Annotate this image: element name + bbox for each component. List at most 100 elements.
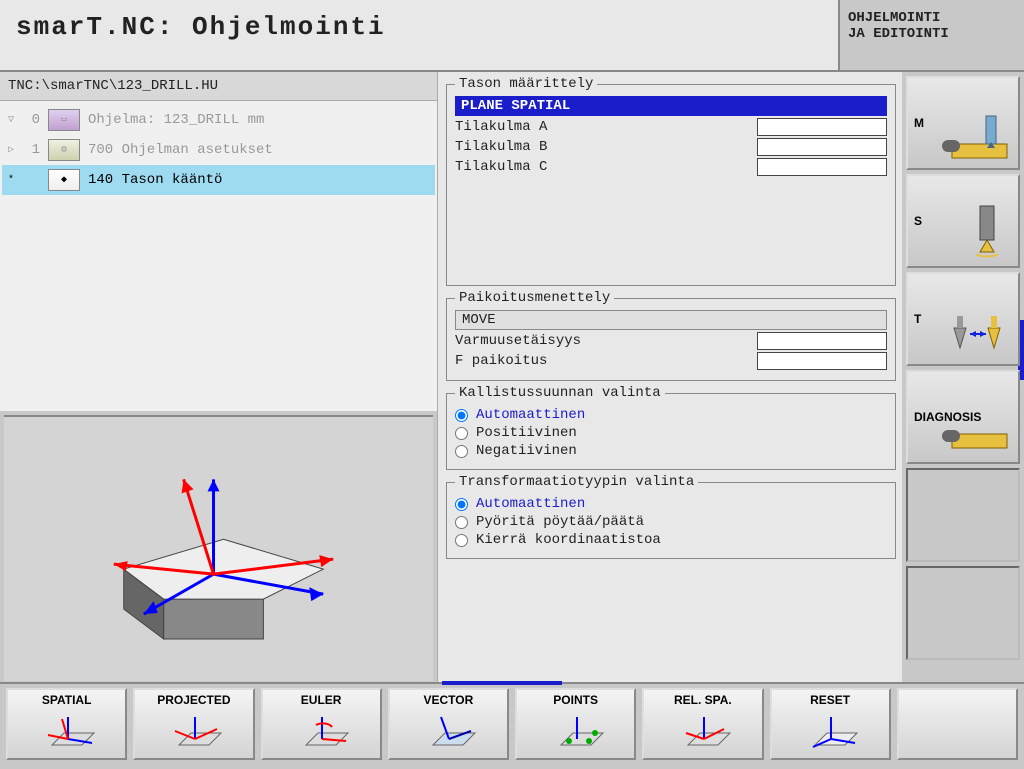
radio-rotate-table[interactable]: Pyöritä pöytää/päätä [455, 514, 887, 530]
machine-button[interactable]: M [906, 76, 1020, 170]
feed-pos-input[interactable] [757, 352, 887, 370]
mode-label: OHJELMOINTI JA EDITOINTI [840, 0, 1024, 70]
spindle-icon [962, 202, 1012, 260]
radio-input[interactable] [455, 498, 468, 511]
radio-label: Pyöritä pöytää/päätä [476, 514, 644, 530]
tilt-direction-group: Kallistussuunnan valinta Automaattinen P… [446, 385, 896, 470]
main-area: TNC:\smarTNC\123_DRILL.HU ▽ 0 ▭ Ohjelma:… [0, 72, 1024, 682]
softkey-projected[interactable]: PROJECTED [133, 688, 254, 760]
marker-icon: * [8, 175, 18, 186]
plane-tilt-icon: ◆ [48, 169, 80, 191]
softkey-label: POINTS [553, 693, 598, 707]
radio-auto-transform[interactable]: Automaattinen [455, 496, 887, 512]
softkey-points[interactable]: POINTS [515, 688, 636, 760]
field-row: Tilakulma B [455, 138, 887, 156]
positioning-group: Paikoitusmenettely MOVE Varmuusetäisyys … [446, 290, 896, 381]
header: smarT.NC: Ohjelmointi OHJELMOINTI JA EDI… [0, 0, 1024, 72]
softkey-vector[interactable]: VECTOR [388, 688, 509, 760]
radio-label: Negatiivinen [476, 443, 577, 459]
softkey-label: SPATIAL [42, 693, 92, 707]
diagnosis-button[interactable]: DIAGNOSIS [906, 370, 1020, 464]
parameter-panel: Tason määrittely PLANE SPATIAL Tilakulma… [438, 72, 902, 682]
plane-icon [668, 711, 738, 755]
radio-input[interactable] [455, 445, 468, 458]
spindle-button[interactable]: S [906, 174, 1020, 268]
softkey-label: PROJECTED [157, 693, 230, 707]
radio-input[interactable] [455, 427, 468, 440]
feed-pos-label: F paikoitus [455, 353, 751, 369]
angle-b-input[interactable] [757, 138, 887, 156]
field-row: Tilakulma C [455, 158, 887, 176]
plane-3d-icon [4, 417, 433, 681]
tool-button[interactable]: T [906, 272, 1020, 366]
angle-c-label: Tilakulma C [455, 159, 751, 175]
radio-rotate-coord[interactable]: Kierrä koordinaatistoa [455, 532, 887, 548]
tree-row-settings[interactable]: ▷ 1 ⚙ 700 Ohjelman asetukset [2, 135, 435, 165]
expand-icon[interactable]: ▽ [8, 114, 18, 126]
tree-row-program[interactable]: ▽ 0 ▭ Ohjelma: 123_DRILL mm [2, 105, 435, 135]
expand-icon[interactable]: ▷ [8, 144, 18, 156]
field-row: Varmuusetäisyys [455, 332, 887, 350]
tree-label: 700 Ohjelman asetukset [88, 142, 429, 158]
tree-num: 0 [26, 112, 40, 128]
plane-preview [4, 415, 433, 681]
radio-input[interactable] [455, 516, 468, 529]
field-row: Tilakulma A [455, 118, 887, 136]
diagnosis-icon [942, 416, 1012, 456]
radio-input[interactable] [455, 534, 468, 547]
plane-icon [413, 711, 483, 755]
plane-icon [541, 711, 611, 755]
side-btn-label: S [914, 214, 922, 228]
softkey-label: EULER [301, 693, 342, 707]
softkey-bar: SPATIAL PROJECTED EULER VECTOR POINTS RE… [0, 682, 1024, 764]
softkey-reset[interactable]: RESET [770, 688, 891, 760]
softkey-label: VECTOR [423, 693, 473, 707]
tool-icon [942, 308, 1012, 358]
plane-icon [32, 711, 102, 755]
side-toolbar: M S T [902, 72, 1024, 682]
positioning-mode-value[interactable]: MOVE [455, 310, 887, 330]
softkey-rel-spa[interactable]: REL. SPA. [642, 688, 763, 760]
plane-icon [286, 711, 356, 755]
tilt-direction-legend: Kallistussuunnan valinta [455, 385, 665, 401]
radio-negative[interactable]: Negatiivinen [455, 443, 887, 459]
radio-label: Automaattinen [476, 407, 585, 423]
tree-label: Ohjelma: 123_DRILL mm [88, 112, 429, 128]
angle-c-input[interactable] [757, 158, 887, 176]
safety-dist-input[interactable] [757, 332, 887, 350]
positioning-legend: Paikoitusmenettely [455, 290, 614, 306]
radio-label: Kierrä koordinaatistoa [476, 532, 661, 548]
side-btn-label: M [914, 116, 924, 130]
settings-icon: ⚙ [48, 139, 80, 161]
radio-label: Positiivinen [476, 425, 577, 441]
file-path: TNC:\smarTNC\123_DRILL.HU [0, 72, 437, 101]
softkey-euler[interactable]: EULER [261, 688, 382, 760]
safety-dist-label: Varmuusetäisyys [455, 333, 751, 349]
plane-icon [795, 711, 865, 755]
angle-a-input[interactable] [757, 118, 887, 136]
page-title: smarT.NC: Ohjelmointi [0, 0, 840, 70]
side-empty-button[interactable] [906, 468, 1020, 562]
softkey-label: RESET [810, 693, 850, 707]
active-softkey-marker [442, 681, 562, 685]
radio-input[interactable] [455, 409, 468, 422]
side-empty-button[interactable] [906, 566, 1020, 660]
softkey-empty[interactable] [897, 688, 1018, 760]
tree-label: 140 Tason kääntö [88, 172, 429, 188]
left-column: TNC:\smarTNC\123_DRILL.HU ▽ 0 ▭ Ohjelma:… [0, 72, 438, 682]
radio-automatic[interactable]: Automaattinen [455, 407, 887, 423]
plane-definition-legend: Tason määrittely [455, 76, 597, 92]
softkey-label: REL. SPA. [674, 693, 732, 707]
field-row: F paikoitus [455, 352, 887, 370]
program-icon: ▭ [48, 109, 80, 131]
plane-type-value[interactable]: PLANE SPATIAL [455, 96, 887, 116]
program-tree[interactable]: ▽ 0 ▭ Ohjelma: 123_DRILL mm ▷ 1 ⚙ 700 Oh… [0, 101, 437, 411]
tree-num: 1 [26, 142, 40, 158]
radio-positive[interactable]: Positiivinen [455, 425, 887, 441]
tree-row-plane-tilt[interactable]: * ◆ 140 Tason kääntö [2, 165, 435, 195]
angle-b-label: Tilakulma B [455, 139, 751, 155]
side-btn-label: T [914, 312, 921, 326]
machine-icon [942, 112, 1012, 162]
radio-label: Automaattinen [476, 496, 585, 512]
softkey-spatial[interactable]: SPATIAL [6, 688, 127, 760]
